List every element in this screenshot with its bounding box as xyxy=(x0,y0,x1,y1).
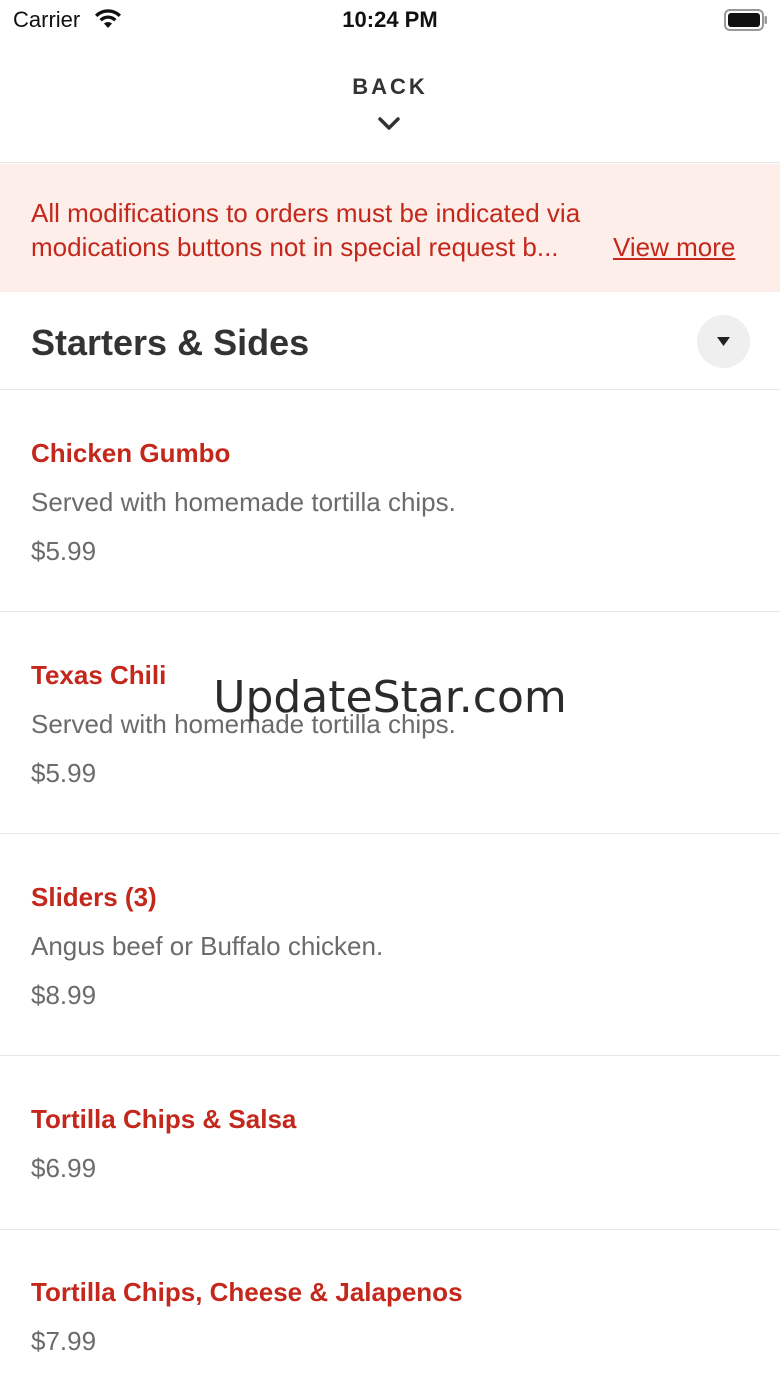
watermark: UpdateStar.com xyxy=(213,672,567,723)
item-description: Angus beef or Buffalo chicken. xyxy=(31,931,384,961)
item-description: Served with homemade tortilla chips. xyxy=(31,487,456,517)
notice-line-1: All modifications to orders must be indi… xyxy=(31,198,581,228)
section-toggle-button[interactable] xyxy=(697,315,750,368)
view-more-link[interactable]: View more xyxy=(613,230,735,264)
back-header[interactable]: BACK xyxy=(0,42,780,163)
item-price: $6.99 xyxy=(31,1153,97,1183)
item-price: $7.99 xyxy=(31,1326,97,1356)
section-header[interactable]: Starters & Sides xyxy=(0,292,780,390)
item-name: Sliders (3) xyxy=(31,882,157,912)
item-name: Tortilla Chips & Salsa xyxy=(31,1104,297,1134)
section-title: Starters & Sides xyxy=(31,322,310,363)
order-notice-banner: All modifications to orders must be indi… xyxy=(0,164,780,292)
battery-icon xyxy=(724,9,767,31)
caret-down-icon xyxy=(717,337,730,346)
clock: 10:24 PM xyxy=(342,7,438,32)
menu-item[interactable]: Chicken Gumbo Served with homemade torti… xyxy=(0,390,780,612)
menu-item[interactable]: Sliders (3) Angus beef or Buffalo chicke… xyxy=(0,834,780,1056)
menu-item[interactable]: Tortilla Chips, Cheese & Jalapenos $7.99 xyxy=(0,1230,780,1387)
menu-item[interactable]: Texas Chili Served with homemade tortill… xyxy=(0,612,780,834)
status-bar: Carrier 10:24 PM xyxy=(0,0,780,42)
item-name: Tortilla Chips, Cheese & Jalapenos xyxy=(31,1277,463,1307)
menu-screen: Carrier 10:24 PM BACK All modifications … xyxy=(0,0,780,1387)
item-price: $5.99 xyxy=(31,758,97,788)
back-button[interactable]: BACK xyxy=(0,74,780,100)
chevron-down-icon[interactable] xyxy=(377,116,401,132)
item-price: $5.99 xyxy=(31,536,97,566)
item-price: $8.99 xyxy=(31,980,97,1010)
item-name: Chicken Gumbo xyxy=(31,438,231,468)
menu-item[interactable]: Tortilla Chips & Salsa $6.99 xyxy=(0,1056,780,1230)
